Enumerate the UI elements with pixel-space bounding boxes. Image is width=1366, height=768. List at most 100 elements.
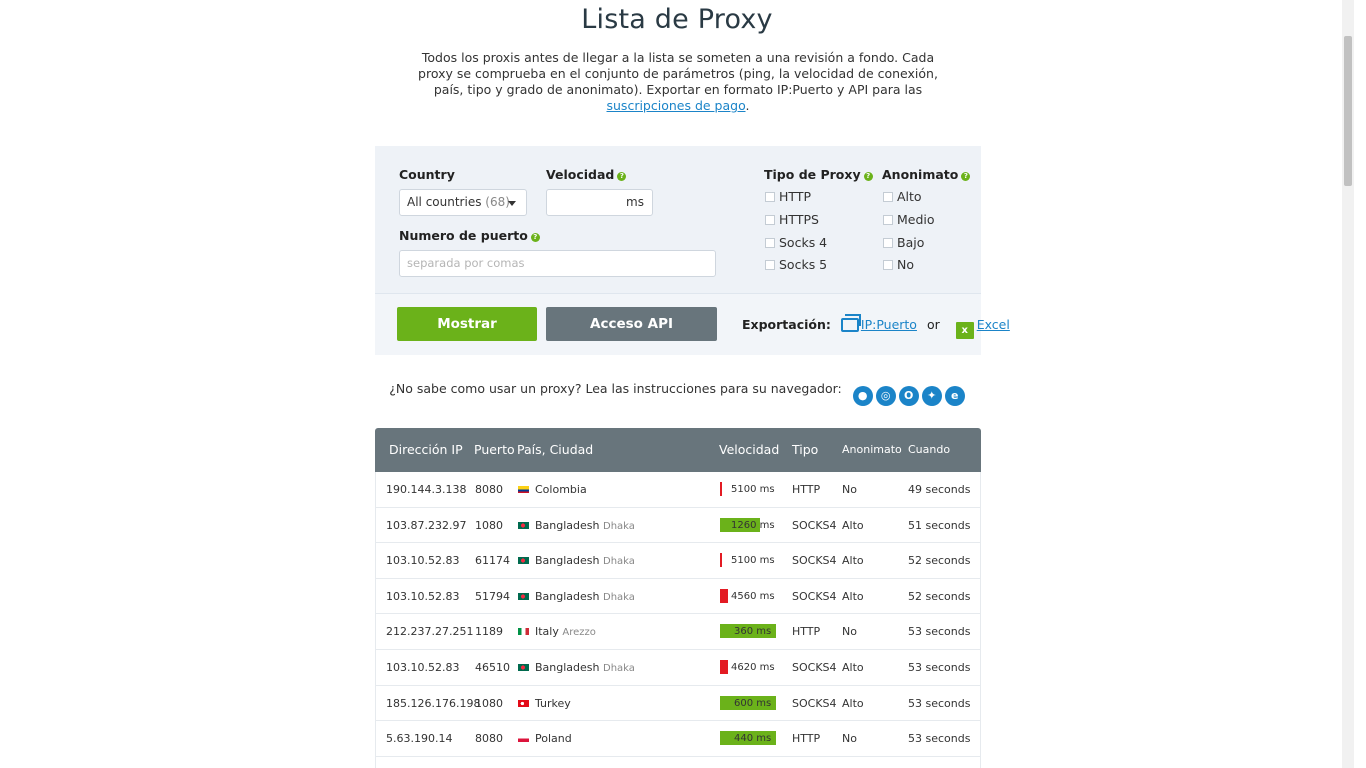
header-type[interactable]: Tipo bbox=[792, 428, 818, 472]
cell-speed: 360 ms bbox=[734, 626, 772, 638]
page-title: Lista de Proxy bbox=[581, 4, 773, 35]
city-name: Dhaka bbox=[603, 662, 635, 674]
scroll-thumb[interactable] bbox=[1344, 36, 1352, 186]
table-header: Dirección IP Puerto País, Ciudad Velocid… bbox=[375, 428, 981, 472]
country-label: Country bbox=[399, 167, 455, 182]
cell-ip[interactable]: 103.87.232.97 bbox=[386, 508, 466, 543]
cell-type: SOCKS4 bbox=[792, 518, 837, 532]
header-port[interactable]: Puerto bbox=[474, 428, 515, 472]
cell-ip[interactable]: 212.237.27.251 bbox=[386, 614, 473, 649]
speed-label: Velocidad? bbox=[546, 167, 627, 182]
table-row[interactable]: 103.10.52.83 51794 Bangladesh Dhaka 4560 ms… bbox=[375, 578, 981, 615]
cell-ip[interactable]: 185.126.176.198 bbox=[386, 686, 480, 721]
city-name: Dhaka bbox=[603, 591, 635, 603]
header-country[interactable]: País, Ciudad bbox=[517, 428, 593, 472]
help-icon[interactable]: ? bbox=[530, 233, 540, 242]
port-label: Numero de puerto? bbox=[399, 228, 540, 243]
type-socks5-checkbox[interactable]: Socks 5 bbox=[765, 257, 827, 273]
anon-low-checkbox[interactable]: Bajo bbox=[883, 235, 924, 251]
cell-ip[interactable]: 103.10.52.83 bbox=[386, 543, 459, 578]
anon-none-checkbox[interactable]: No bbox=[883, 257, 914, 273]
country-name: Colombia bbox=[535, 483, 587, 496]
checkbox-icon bbox=[765, 192, 775, 202]
cell-country: Italy Arezzo bbox=[518, 614, 596, 650]
opera-icon[interactable]: O bbox=[898, 386, 919, 406]
flag-icon bbox=[518, 592, 529, 600]
help-icon[interactable]: ? bbox=[617, 172, 627, 181]
speed-bar bbox=[720, 482, 722, 496]
speed-bar bbox=[720, 659, 728, 674]
country-name: Bangladesh bbox=[535, 554, 600, 568]
chevron-down-icon bbox=[508, 201, 516, 206]
table-body: 190.144.3.138 8080 Colombia 5100 ms HTTP No 4… bbox=[375, 472, 981, 768]
cell-country: Poland bbox=[518, 721, 572, 757]
help-icon[interactable]: ? bbox=[961, 172, 971, 181]
cell-type: HTTP bbox=[792, 625, 821, 639]
header-when[interactable]: Cuando bbox=[908, 428, 950, 472]
city-name: Dhaka bbox=[603, 556, 635, 568]
table-row[interactable]: 103.10.52.83 61174 Bangladesh Dhaka 5100 ms… bbox=[375, 543, 981, 579]
flag-icon bbox=[518, 486, 529, 493]
cell-ip[interactable]: 190.144.3.138 bbox=[386, 472, 466, 507]
type-https-checkbox[interactable]: HTTPS bbox=[765, 212, 819, 228]
cell-ip[interactable]: 5.63.190.14 bbox=[386, 721, 452, 756]
firefox-icon[interactable]: ● bbox=[852, 386, 873, 406]
table-row[interactable]: 103.10.52.83 46510 Bangladesh Dhaka 4620 ms… bbox=[375, 649, 981, 686]
header-anonymity[interactable]: Anonimato bbox=[842, 428, 902, 472]
table-row[interactable]: 185.126.176.198 1080 Turkey 600 ms SOCKS4 Al… bbox=[375, 685, 981, 722]
cell-type: HTTP bbox=[792, 732, 821, 746]
city-name: Dhaka bbox=[603, 520, 635, 532]
header-speed[interactable]: Velocidad bbox=[719, 428, 779, 472]
anon-medium-checkbox[interactable]: Medio bbox=[883, 212, 935, 228]
api-access-button[interactable]: Acceso API bbox=[546, 307, 717, 341]
cell-anonymity: No bbox=[842, 625, 857, 639]
flag-icon bbox=[518, 735, 529, 743]
cell-speed: 440 ms bbox=[734, 733, 772, 745]
country-name: Bangladesh bbox=[535, 660, 600, 674]
cell-type: SOCKS4 bbox=[792, 554, 837, 568]
proxy-type-label: Tipo de Proxy? bbox=[764, 167, 873, 182]
checkbox-icon bbox=[883, 238, 893, 248]
table-row[interactable]: 212.237.27.251 1189 Italy Arezzo 360 ms HTTP… bbox=[375, 614, 981, 650]
cell-when: 51 seconds bbox=[908, 518, 971, 532]
country-name: Bangladesh bbox=[535, 589, 600, 603]
header-ip[interactable]: Dirección IP bbox=[389, 428, 463, 472]
type-socks4-checkbox[interactable]: Socks 4 bbox=[765, 235, 827, 251]
copy-icon[interactable] bbox=[840, 314, 861, 332]
flag-icon bbox=[518, 628, 529, 636]
export-excel-link[interactable]: Excel bbox=[977, 317, 1010, 332]
safari-icon[interactable]: ✦ bbox=[921, 386, 942, 406]
cell-type: SOCKS4 bbox=[792, 589, 837, 603]
table-row[interactable]: 5.63.190.14 8080 Poland 440 ms HTTP No 53 sec… bbox=[375, 721, 981, 757]
cell-when: 53 seconds bbox=[908, 625, 971, 639]
cell-country: Colombia bbox=[518, 472, 587, 508]
show-button[interactable]: Mostrar bbox=[397, 307, 537, 341]
flag-icon bbox=[518, 521, 529, 529]
cell-ip[interactable]: 103.10.52.83 bbox=[386, 579, 459, 614]
excel-icon[interactable]: x bbox=[955, 322, 974, 339]
cell-country: Turkey bbox=[518, 686, 571, 722]
chrome-icon[interactable]: ◎ bbox=[875, 386, 896, 406]
cell-anonymity: Alto bbox=[842, 554, 864, 568]
ie-icon[interactable]: e bbox=[944, 386, 965, 406]
scrollbar[interactable] bbox=[1342, 0, 1354, 768]
speed-input[interactable]: ms bbox=[546, 189, 653, 216]
port-input[interactable]: separada por comas bbox=[399, 250, 716, 277]
anon-high-checkbox[interactable]: Alto bbox=[883, 189, 922, 205]
cell-ip[interactable]: 103.10.52.83 bbox=[386, 650, 459, 685]
table-row[interactable]: 190.144.3.138 8080 Colombia 5100 ms HTTP No 4… bbox=[375, 472, 981, 508]
speed-bar bbox=[720, 588, 728, 603]
cell-port: 51794 bbox=[475, 589, 510, 603]
checkbox-icon bbox=[883, 260, 893, 270]
cell-port: 46510 bbox=[475, 660, 510, 674]
country-select[interactable]: All countries (68) bbox=[399, 189, 527, 216]
help-icon[interactable]: ? bbox=[863, 172, 873, 181]
cell-speed: 1260 ms bbox=[731, 519, 775, 531]
export-ip-port-link[interactable]: IP:Puerto bbox=[861, 317, 917, 332]
subscriptions-link[interactable]: suscripciones de pago bbox=[607, 98, 746, 113]
type-http-checkbox[interactable]: HTTP bbox=[765, 189, 811, 205]
intro-end: . bbox=[745, 98, 750, 113]
cell-country: Bangladesh Dhaka bbox=[518, 543, 635, 579]
table-row[interactable] bbox=[375, 756, 981, 768]
table-row[interactable]: 103.87.232.97 1080 Bangladesh Dhaka 1260 ms… bbox=[375, 507, 981, 544]
